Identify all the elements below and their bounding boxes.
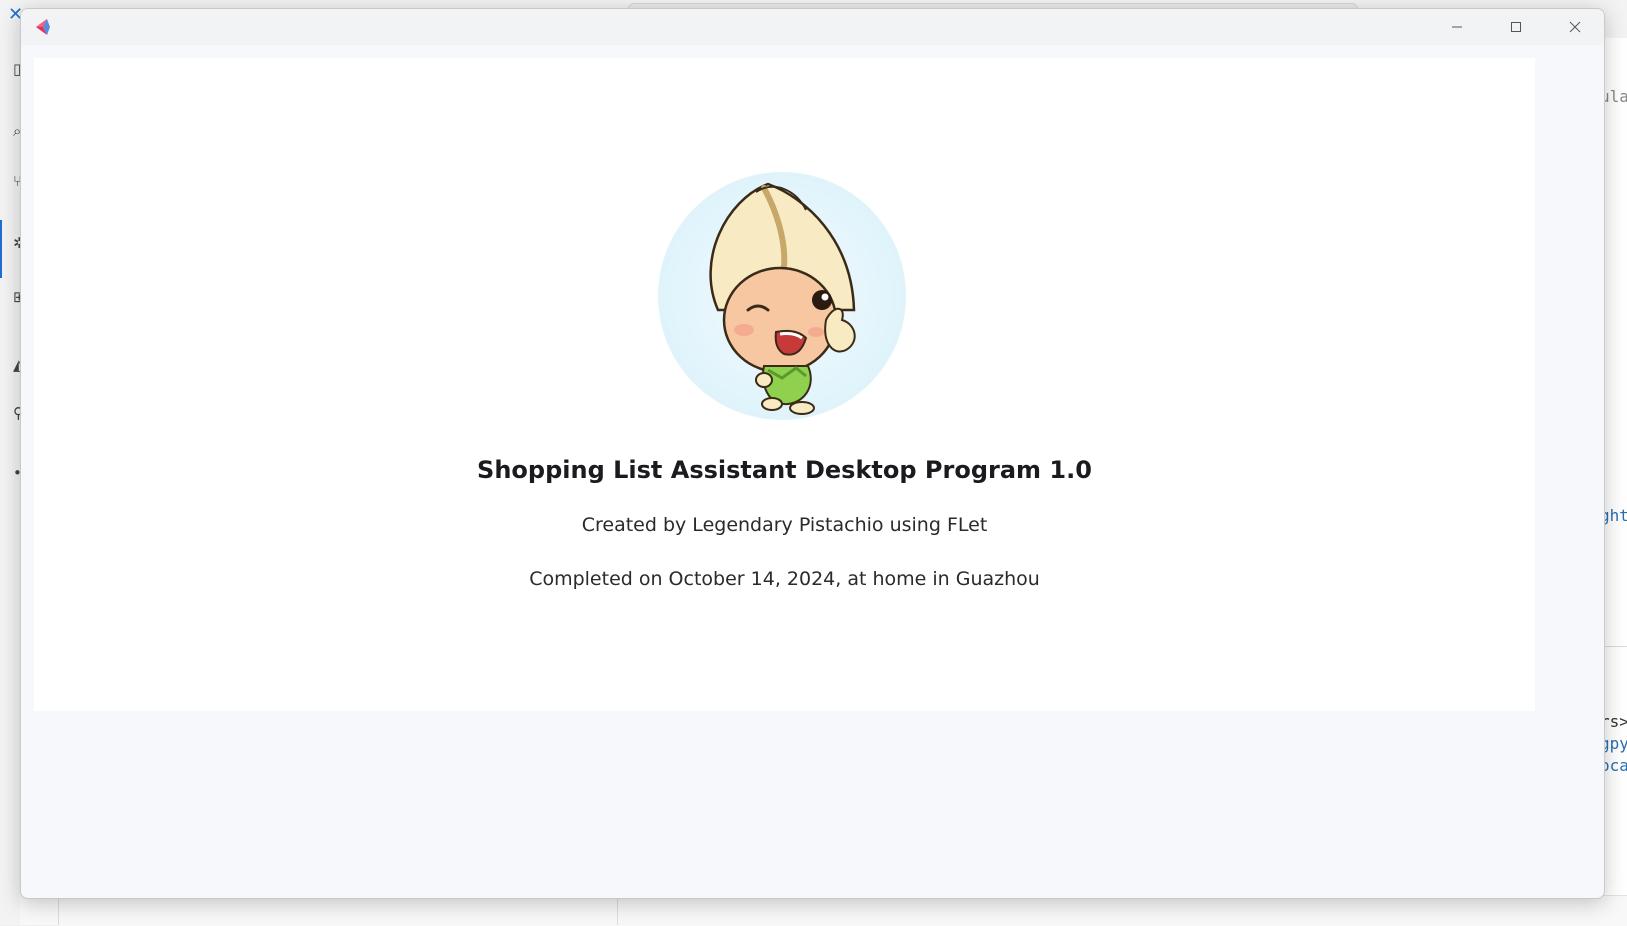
pistachio-mascot-image	[658, 172, 906, 420]
background-bottom-panel	[58, 895, 1627, 926]
flet-logo-icon	[36, 19, 50, 35]
minimize-button[interactable]	[1428, 9, 1486, 45]
about-card: Shopping List Assistant Desktop Program …	[34, 58, 1535, 711]
completed-on-text: Completed on October 14, 2024, at home i…	[529, 568, 1040, 590]
close-button[interactable]	[1546, 9, 1604, 45]
minimize-icon	[1452, 26, 1462, 28]
close-icon	[1569, 21, 1581, 33]
maximize-button[interactable]	[1487, 9, 1545, 45]
created-by-text: Created by Legendary Pistachio using FLe…	[581, 514, 988, 536]
app-title: Shopping List Assistant Desktop Program …	[477, 456, 1092, 484]
app-window: Shopping List Assistant Desktop Program …	[20, 8, 1605, 899]
background-activity-bar: ▯ ⌕ ⑂ ✲ ⊞ ◭ ⚲ •	[0, 38, 26, 925]
background-divider	[58, 895, 59, 925]
background-divider	[617, 895, 618, 925]
background-editor-right-edge	[1603, 38, 1627, 925]
activity-active-marker	[0, 220, 2, 278]
maximize-icon	[1511, 22, 1521, 32]
window-titlebar[interactable]	[21, 9, 1604, 45]
background-panel-separator	[1603, 646, 1627, 647]
